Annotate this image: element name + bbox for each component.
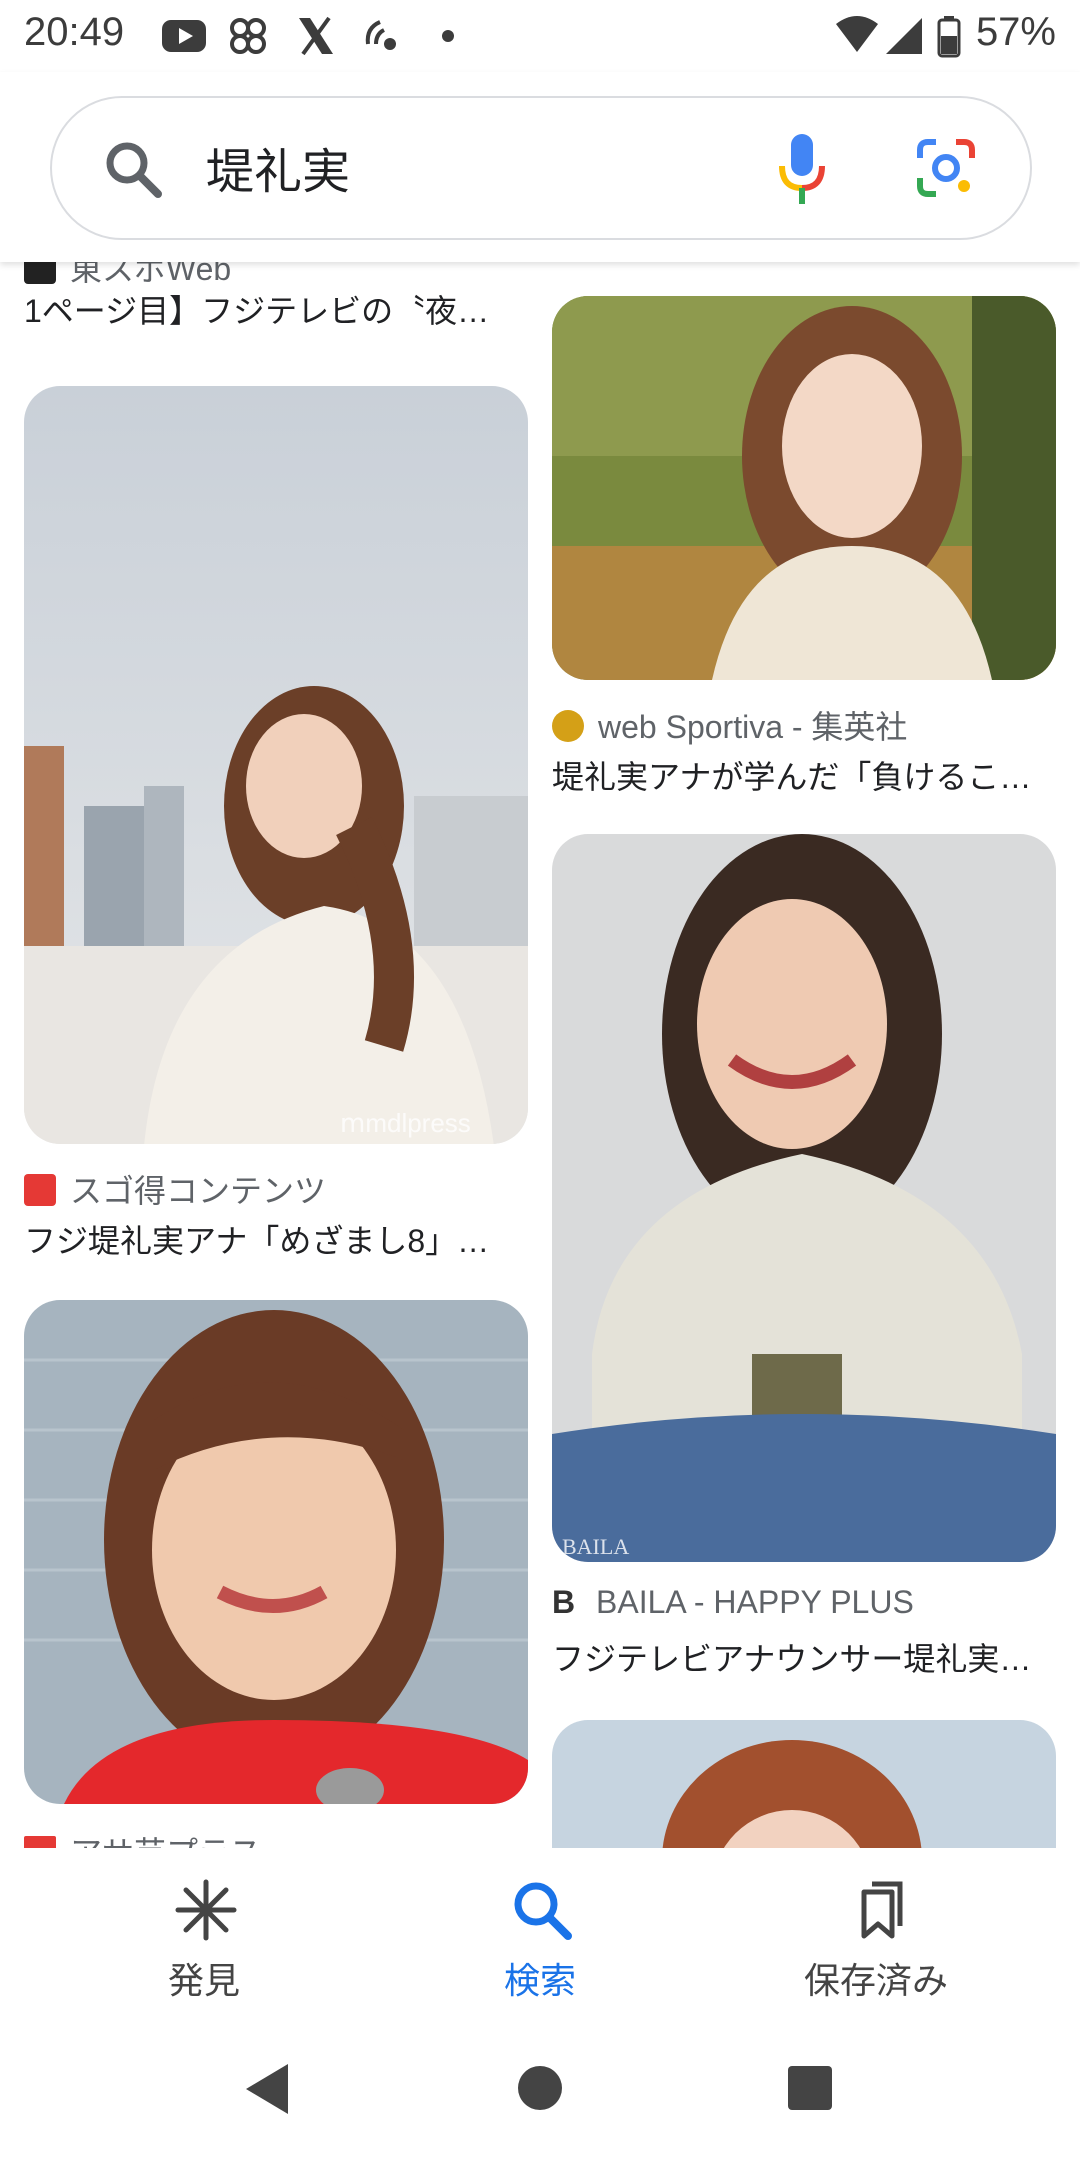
photo-woman-park bbox=[552, 296, 1056, 680]
search-icon bbox=[514, 1882, 572, 1940]
nav-discover[interactable]: 発見 bbox=[24, 1848, 384, 2018]
result-card[interactable]: web Sportiva - 集英社 堤礼実アナが学んだ「負けるこ… bbox=[552, 296, 1056, 856]
result-thumbnail[interactable] bbox=[24, 1300, 528, 1804]
youtube-icon bbox=[162, 20, 206, 52]
nav-label: 発見 bbox=[167, 1960, 240, 2001]
wifi-icon bbox=[836, 16, 878, 52]
pinwheel-icon bbox=[230, 18, 266, 54]
home-icon[interactable] bbox=[516, 2064, 564, 2112]
wifi-calling-icon bbox=[365, 20, 396, 50]
photo-woman-red-shirt bbox=[24, 1300, 528, 1804]
result-card[interactable] bbox=[552, 1720, 1056, 1848]
nav-label: 検索 bbox=[503, 1960, 576, 2001]
search-query[interactable]: 堤礼実 bbox=[206, 132, 350, 202]
result-source: アサ芸プラス bbox=[24, 1828, 261, 1848]
result-title: フジ堤礼実アナ「めざまし8」… bbox=[24, 1223, 490, 1259]
result-thumbnail[interactable]: BAILA bbox=[552, 834, 1056, 1562]
nav-saved[interactable]: 保存済み bbox=[696, 1848, 1056, 2018]
battery-percent: 57% bbox=[975, 10, 1056, 54]
bookmarks-icon bbox=[861, 1881, 903, 1939]
nav-search[interactable]: 検索 bbox=[360, 1848, 720, 2018]
search-icon bbox=[106, 142, 162, 198]
favicon-icon: B bbox=[552, 1584, 576, 1620]
asterisk-icon bbox=[175, 1879, 237, 1941]
dot-icon bbox=[442, 30, 454, 42]
photo-woman-sweater: BAILA bbox=[552, 834, 1056, 1562]
result-card[interactable]: ⅿmdlpress スゴ得コンテンツ フジ堤礼実アナ「めざまし8」… bbox=[24, 386, 528, 1266]
result-card[interactable]: BAILA B BAILA - HAPPY PLUS フジテレビアナウンサー堤礼実… bbox=[552, 834, 1056, 1677]
favicon-icon bbox=[24, 1836, 56, 1848]
status-time: 20:49 bbox=[24, 10, 125, 54]
result-title: 堤礼実アナが学んだ「負けるこ… bbox=[552, 759, 1032, 795]
back-icon[interactable] bbox=[242, 2062, 292, 2116]
battery-icon bbox=[937, 16, 961, 58]
result-title: 1ページ目】フジテレビの〝夜… bbox=[24, 293, 490, 329]
favicon-icon bbox=[24, 1174, 56, 1206]
status-bar: 20:49 57% bbox=[0, 0, 1080, 72]
result-thumbnail[interactable] bbox=[552, 296, 1056, 680]
result-title: フジテレビアナウンサー堤礼実… bbox=[552, 1641, 1032, 1677]
result-thumbnail[interactable]: ⅿmdlpress bbox=[24, 386, 528, 1144]
favicon-icon bbox=[552, 710, 584, 742]
mic-icon[interactable] bbox=[774, 132, 830, 206]
result-source: スゴ得コンテンツ bbox=[24, 1166, 326, 1212]
search-header: 堤礼実 bbox=[0, 72, 1080, 262]
lens-icon[interactable] bbox=[914, 136, 978, 200]
system-nav-bar bbox=[0, 2018, 1080, 2160]
favicon-icon bbox=[24, 262, 56, 284]
watermark-text: ⅿmdlpress bbox=[340, 1108, 471, 1138]
recents-icon[interactable] bbox=[786, 2064, 834, 2112]
watermark-text: BAILA bbox=[562, 1534, 629, 1559]
result-source: B BAILA - HAPPY PLUS bbox=[552, 1584, 914, 1620]
result-thumbnail[interactable] bbox=[552, 1720, 1056, 1848]
nav-label: 保存済み bbox=[803, 1960, 948, 2001]
x-icon bbox=[299, 16, 333, 56]
result-source: web Sportiva - 集英社 bbox=[552, 702, 907, 748]
photo-woman-partial bbox=[552, 1720, 1056, 1848]
search-bar[interactable]: 堤礼実 bbox=[50, 96, 1032, 240]
result-card[interactable]: 東スポWeb 1ページ目】フジテレビの〝夜… bbox=[24, 262, 524, 354]
bottom-nav: 発見 検索 保存済み bbox=[0, 1848, 1080, 2018]
signal-icon bbox=[886, 18, 922, 54]
result-card[interactable]: アサ芸プラス bbox=[24, 1300, 528, 1848]
photo-woman-rooftop: ⅿmdlpress bbox=[24, 386, 528, 1144]
image-results-grid: 東スポWeb 1ページ目】フジテレビの〝夜… ⅿmdlpress スゴ得コンテン… bbox=[0, 262, 1080, 1848]
